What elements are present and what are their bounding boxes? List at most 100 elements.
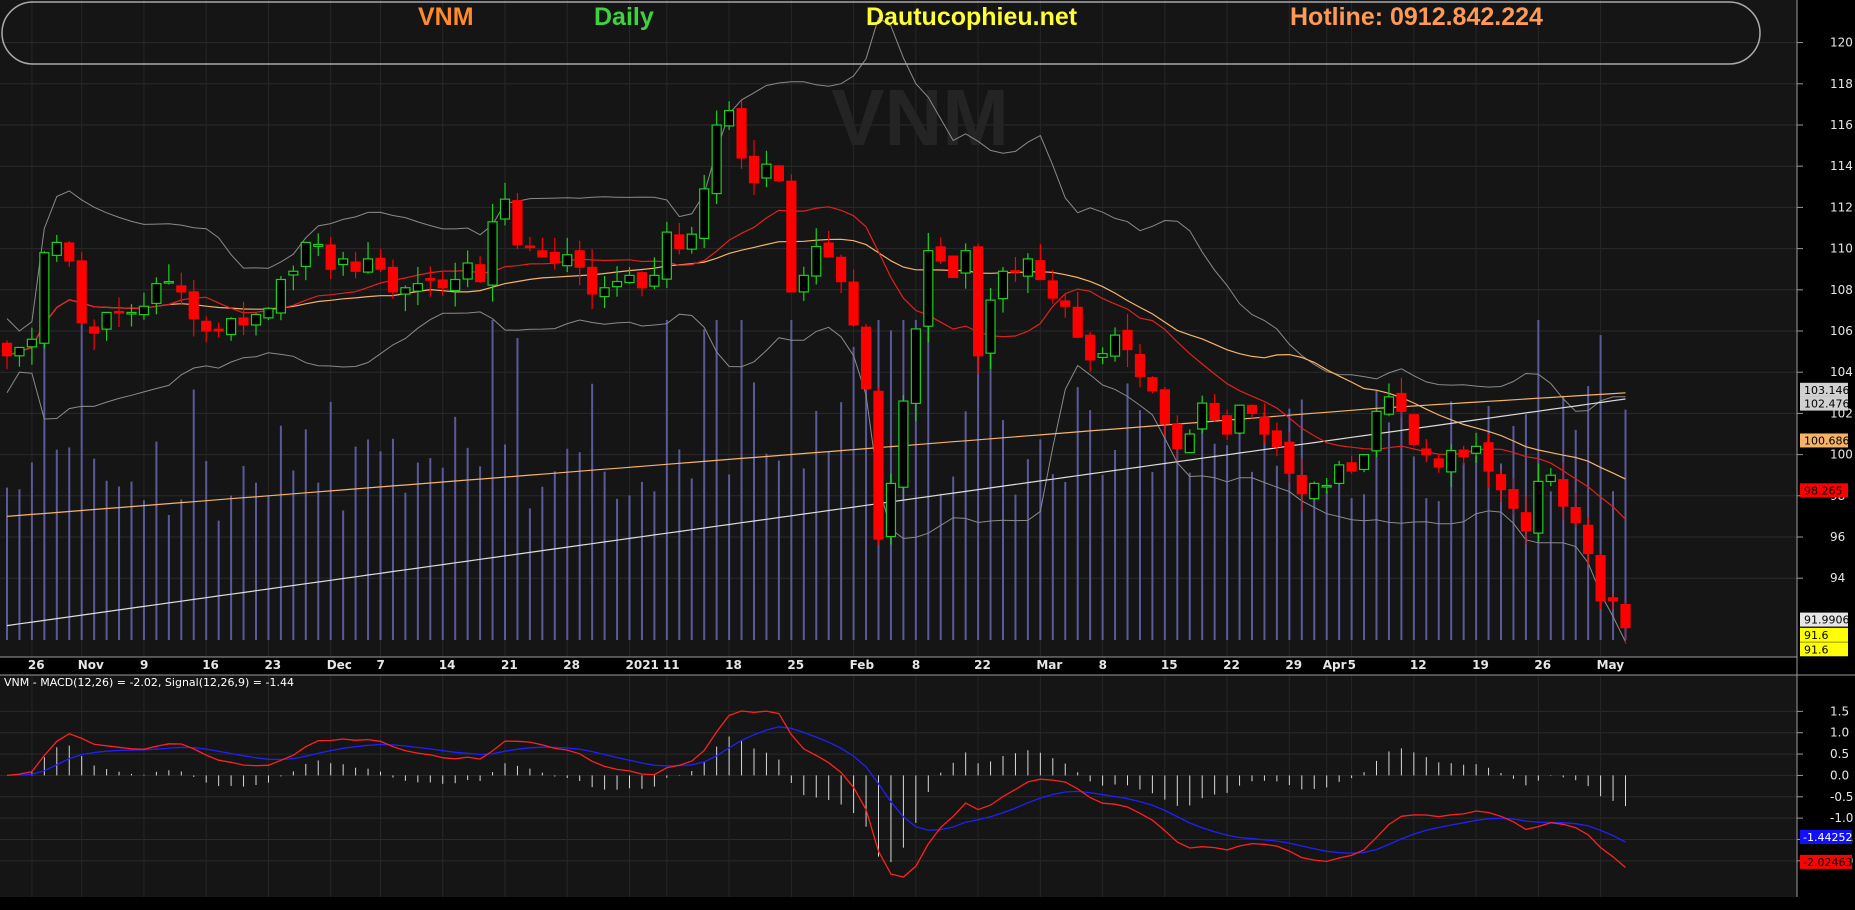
candle-up [338,258,349,266]
candle-up [263,307,274,319]
candle-down [1421,448,1432,456]
candle-down [176,285,187,293]
date-tick-label: 29 [1285,658,1302,672]
price-tick-label: 114 [1830,159,1853,173]
candle-up [51,241,62,256]
candle-down [873,390,884,540]
date-tick-label: 22 [974,658,991,672]
date-tick-label: 26 [28,658,45,672]
candle-down [1,342,13,357]
date-tick-label: 2021 [626,658,659,672]
candle-down [76,260,87,324]
candle-up [562,254,573,267]
value-badge-label: 91.6 [1804,629,1829,642]
candle-up [313,243,324,247]
candle-up [126,311,137,315]
candle-down [350,261,361,272]
candle-down [1458,449,1469,458]
date-tick-label: Apr [1323,658,1347,672]
candle-up [923,250,934,327]
candle-up [362,258,374,273]
candle-up [400,287,411,295]
candle-down [1259,416,1270,435]
price-tick-label: 94 [1830,571,1845,585]
date-tick-label: 7 [377,658,385,672]
candle-down [1595,554,1606,602]
candle-down [574,250,585,268]
candle-up [885,482,897,538]
date-tick-label: 8 [912,658,920,672]
candle-up [151,283,162,304]
candle-down [587,266,598,295]
candle-down [1508,489,1519,509]
candle-down [1085,334,1096,361]
price-tick-label: 96 [1830,530,1845,544]
date-tick-label: 19 [1472,658,1489,672]
candle-down [1122,329,1133,351]
site-label: Dautucophieu.net [866,3,1078,31]
date-tick-label: Nov [78,658,104,672]
candle-up [39,252,50,344]
candle-down [387,266,399,293]
candle-up [761,163,772,179]
value-badge-label: 98.265 [1804,484,1843,497]
candle-down [636,272,648,289]
candle-up [686,233,697,250]
macd-badge-label: -2.02463 [1803,856,1852,869]
candle-down [1072,306,1083,338]
candle-up [723,109,735,127]
date-tick-label: Feb [850,658,875,672]
value-badge-label: 103.146 [1804,384,1850,397]
macd-tick-label: 0.0 [1830,768,1849,782]
candle-down [1296,474,1307,495]
candle-up [1234,404,1245,434]
candle-up [1545,474,1556,483]
watermark: VNM [831,73,1009,162]
price-tick-label: 112 [1830,200,1853,214]
date-tick-label: 15 [1161,658,1178,672]
price-tick-label: 104 [1830,365,1853,379]
candle-up [487,221,498,286]
date-tick-label: 23 [264,658,281,672]
candle-up [462,262,473,280]
candle-up [985,299,996,354]
candle-down [537,250,548,258]
candle-up [997,270,1009,300]
candle-down [1246,404,1258,415]
candle-down [1035,260,1046,281]
date-tick-label: 11 [663,658,680,672]
candle-down [1147,377,1158,392]
candle-down [1134,354,1146,377]
price-tick-label: 110 [1830,242,1853,256]
candle-down [113,310,125,314]
date-tick-label: 9 [140,658,148,672]
symbol-label: VNM [418,3,474,31]
candle-down [1346,462,1357,472]
date-tick-label: 5 [1348,658,1356,672]
candle-down [736,108,747,159]
candle-up [1383,396,1395,415]
candle-down [1483,442,1494,472]
candle-down [1271,430,1283,447]
candle-down [1520,512,1532,532]
date-tick-label: 25 [787,658,804,672]
candle-up [1197,402,1208,430]
macd-title: VNM - MACD(12,26) = -2.02, Signal(12,26,… [4,676,294,689]
macd-tick-label: -0.5 [1830,790,1853,804]
date-tick-label: 28 [563,658,580,672]
candle-down [935,246,946,262]
candle-down [1209,402,1220,421]
candle-up [250,313,262,326]
price-tick-label: 120 [1830,36,1853,50]
candle-down [1172,423,1183,450]
candle-down [1495,474,1507,491]
candle-down [1060,300,1071,307]
candle-up [898,400,909,488]
candle-down [860,326,872,390]
candle-down [1558,479,1569,507]
candle-up [288,270,299,276]
candle-down [1159,389,1170,425]
date-tick-label: 16 [202,658,219,672]
candle-down [89,326,100,334]
candle-down [201,320,212,332]
